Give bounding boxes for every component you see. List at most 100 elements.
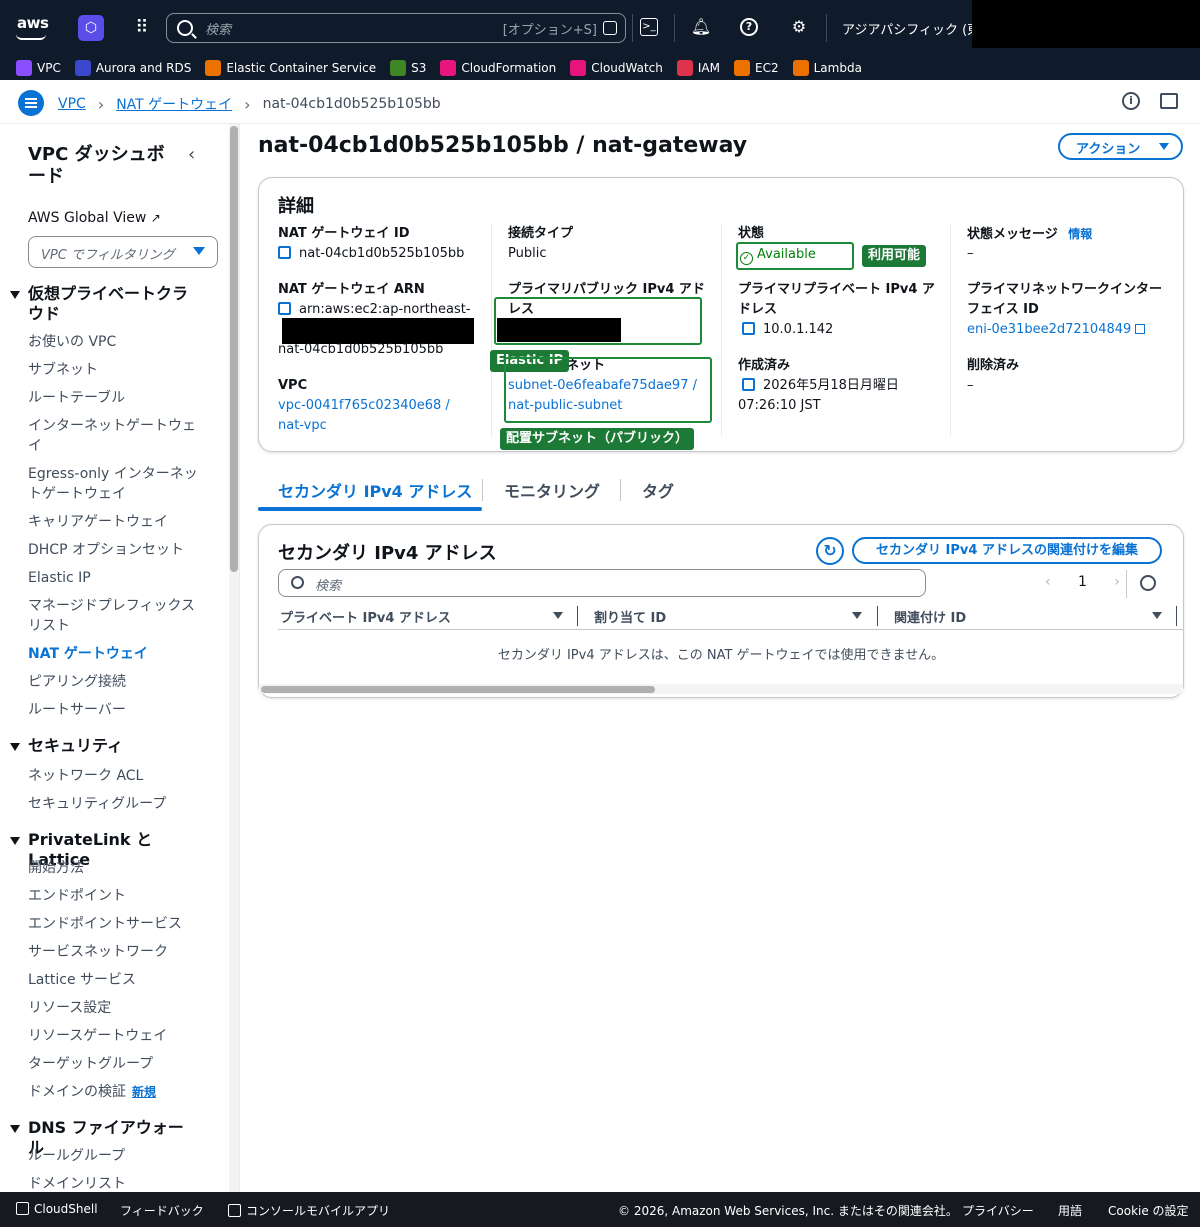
service-icon <box>74 60 91 76</box>
favorite-cloudformation[interactable]: CloudFormation <box>440 60 556 76</box>
sidebar-item-3-0[interactable]: ルールグループ <box>28 1146 208 1166</box>
cloudshell-icon[interactable]: >_ <box>640 18 658 36</box>
created-value: 2026年5月18日月曜日 07:26:10 JST <box>738 378 899 413</box>
table-search-input[interactable]: 検索 <box>278 569 926 597</box>
info-link[interactable]: 情報 <box>1068 227 1092 241</box>
sidebar-item-0-7[interactable]: Elastic IP <box>28 568 208 588</box>
footer-feedback[interactable]: フィードバック <box>120 1202 204 1219</box>
tab-tags[interactable]: タグ <box>642 478 674 502</box>
caret-down-icon <box>10 742 20 751</box>
footer-cookie-settings[interactable]: Cookie の設定 <box>1108 1202 1189 1219</box>
chevron-down-icon <box>193 247 205 255</box>
global-search-input[interactable]: 検索 [オプション+S] <box>166 13 626 43</box>
service-icon <box>570 60 587 76</box>
help-icon[interactable]: ? <box>740 18 758 36</box>
sidebar-item-2-7[interactable]: ターゲットグループ <box>28 1054 208 1074</box>
favorite-lambda[interactable]: Lambda <box>792 60 862 76</box>
favorite-vpc[interactable]: VPC <box>16 60 61 76</box>
sidebar-item-2-4[interactable]: Lattice サービス <box>28 970 208 990</box>
sidebar-item-0-2[interactable]: ルートテーブル <box>28 388 208 408</box>
sidebar-item-3-1[interactable]: ドメインリスト <box>28 1174 208 1192</box>
next-page-icon[interactable]: › <box>1114 574 1120 590</box>
page-number[interactable]: 1 <box>1078 574 1087 590</box>
sidebar-item-0-4[interactable]: Egress-only インターネットゲートウェイ <box>28 464 208 504</box>
vpc-link[interactable]: vpc-0041f765c02340e68 / nat-vpc <box>278 396 468 436</box>
breadcrumb-nat-gateway[interactable]: NAT ゲートウェイ <box>116 94 232 114</box>
sidebar-item-2-2[interactable]: エンドポイントサービス <box>28 914 208 934</box>
sidebar-item-0-8[interactable]: マネージドプレフィックスリスト <box>28 596 208 636</box>
sidebar-item-0-11[interactable]: ルートサーバー <box>28 700 208 720</box>
sidebar-item-0-9[interactable]: NAT ゲートウェイ <box>28 644 208 664</box>
horizontal-scrollbar[interactable] <box>259 684 1183 694</box>
favorite-elastic-container-service[interactable]: Elastic Container Service <box>205 60 376 76</box>
table-settings-gear-icon[interactable] <box>1140 575 1156 591</box>
footer-terms[interactable]: 用語 <box>1058 1202 1082 1219</box>
sidebar-item-2-0[interactable]: 開始方法 <box>28 858 208 878</box>
collapse-sidebar-icon[interactable]: ‹ <box>188 144 195 165</box>
sidebar-item-0-6[interactable]: DHCP オプションセット <box>28 540 208 560</box>
refresh-icon[interactable]: ↻ <box>816 537 844 565</box>
notification-bell-icon[interactable]: 🔔︎ <box>690 16 712 38</box>
tab-secondary-ipv4[interactable]: セカンダリ IPv4 アドレス <box>278 478 472 502</box>
search-icon <box>177 20 193 36</box>
column-association-id[interactable]: 関連付け ID <box>894 607 966 626</box>
breadcrumb-bar: VPC › NAT ゲートウェイ › nat-04cb1d0b525b105bb… <box>0 80 1200 124</box>
active-tab-indicator <box>258 507 482 511</box>
sidebar-item-0-10[interactable]: ピアリング接続 <box>28 672 208 692</box>
sidebar-title[interactable]: VPC ダッシュボード <box>28 144 178 188</box>
sidebar-scrollbar[interactable] <box>229 124 239 1192</box>
footer-mobile-app[interactable]: コンソールモバイルアプリ <box>228 1202 390 1219</box>
copy-icon[interactable] <box>742 322 755 335</box>
nat-id-label: NAT ゲートウェイ ID <box>278 226 410 241</box>
global-view-link[interactable]: AWS Global View ↗ <box>28 210 161 226</box>
tab-monitoring[interactable]: モニタリング <box>504 478 600 502</box>
sidebar-item-1-1[interactable]: セキュリティグループ <box>28 794 208 814</box>
feedback-icon[interactable] <box>1160 93 1178 109</box>
sidebar-section-1[interactable]: セキュリティ <box>10 736 193 756</box>
copy-icon[interactable] <box>742 378 755 391</box>
prev-page-icon[interactable]: ‹ <box>1045 574 1051 590</box>
favorite-cloudwatch[interactable]: CloudWatch <box>570 60 663 76</box>
footer-privacy[interactable]: プライバシー <box>962 1202 1034 1219</box>
sidebar-item-0-0[interactable]: お使いの VPC <box>28 332 208 352</box>
edit-secondary-ipv4-button[interactable]: セカンダリ IPv4 アドレスの関連付けを編集 <box>852 537 1162 564</box>
sidebar-item-2-3[interactable]: サービスネットワーク <box>28 942 208 962</box>
top-navigation: aws ⬡ ⠿ 検索 [オプション+S] >_ 🔔︎ ? ⚙ アジアパシフィック… <box>0 0 1200 56</box>
copy-icon[interactable] <box>278 246 291 259</box>
sidebar-section-0[interactable]: 仮想プライベートクラウド <box>10 284 193 324</box>
column-private-ipv4[interactable]: プライベート IPv4 アドレス <box>280 607 451 626</box>
sidebar-item-0-1[interactable]: サブネット <box>28 360 208 380</box>
service-icon <box>792 60 809 76</box>
sidebar-item-2-8[interactable]: ドメインの検証 新規 <box>28 1082 208 1102</box>
available-tag: 利用可能 <box>862 245 927 267</box>
footer-cloudshell[interactable]: CloudShell <box>16 1202 98 1216</box>
sidebar-item-1-0[interactable]: ネットワーク ACL <box>28 766 208 786</box>
aws-logo[interactable]: aws <box>14 14 52 40</box>
sidebar-item-2-1[interactable]: エンドポイント <box>28 886 208 906</box>
sort-icon[interactable] <box>553 612 563 619</box>
apps-grid-icon[interactable]: ⠿ <box>132 18 152 38</box>
favorite-ec2[interactable]: EC2 <box>734 60 779 76</box>
nat-arn-value: arn:aws:ec2:ap-northeast- <box>278 300 478 320</box>
side-menu-button[interactable] <box>18 90 44 116</box>
sidebar-item-2-6[interactable]: リソースゲートウェイ <box>28 1026 208 1046</box>
sidebar-item-2-5[interactable]: リソース設定 <box>28 998 208 1018</box>
services-hex-icon[interactable]: ⬡ <box>78 15 104 41</box>
column-allocation-id[interactable]: 割り当て ID <box>594 607 666 626</box>
favorite-s3[interactable]: S3 <box>390 60 426 76</box>
actions-button[interactable]: アクション <box>1058 133 1183 160</box>
sort-icon[interactable] <box>852 612 862 619</box>
breadcrumb-vpc[interactable]: VPC <box>58 96 86 112</box>
favorite-iam[interactable]: IAM <box>676 60 720 76</box>
breadcrumb-current: nat-04cb1d0b525b105bb <box>262 96 441 112</box>
vpc-label: VPC <box>278 378 308 393</box>
sidebar-item-0-3[interactable]: インターネットゲートウェイ <box>28 416 208 456</box>
copy-icon[interactable] <box>278 302 291 315</box>
sort-icon[interactable] <box>1152 612 1162 619</box>
sidebar-item-0-5[interactable]: キャリアゲートウェイ <box>28 512 208 532</box>
favorite-aurora-and-rds[interactable]: Aurora and RDS <box>74 60 191 76</box>
settings-gear-icon[interactable]: ⚙ <box>788 16 810 38</box>
vpc-filter-select[interactable]: VPC でフィルタリング <box>28 236 218 268</box>
eni-link[interactable]: eni-0e31bee2d72104849 <box>967 320 1146 340</box>
info-icon[interactable]: i <box>1122 92 1140 110</box>
